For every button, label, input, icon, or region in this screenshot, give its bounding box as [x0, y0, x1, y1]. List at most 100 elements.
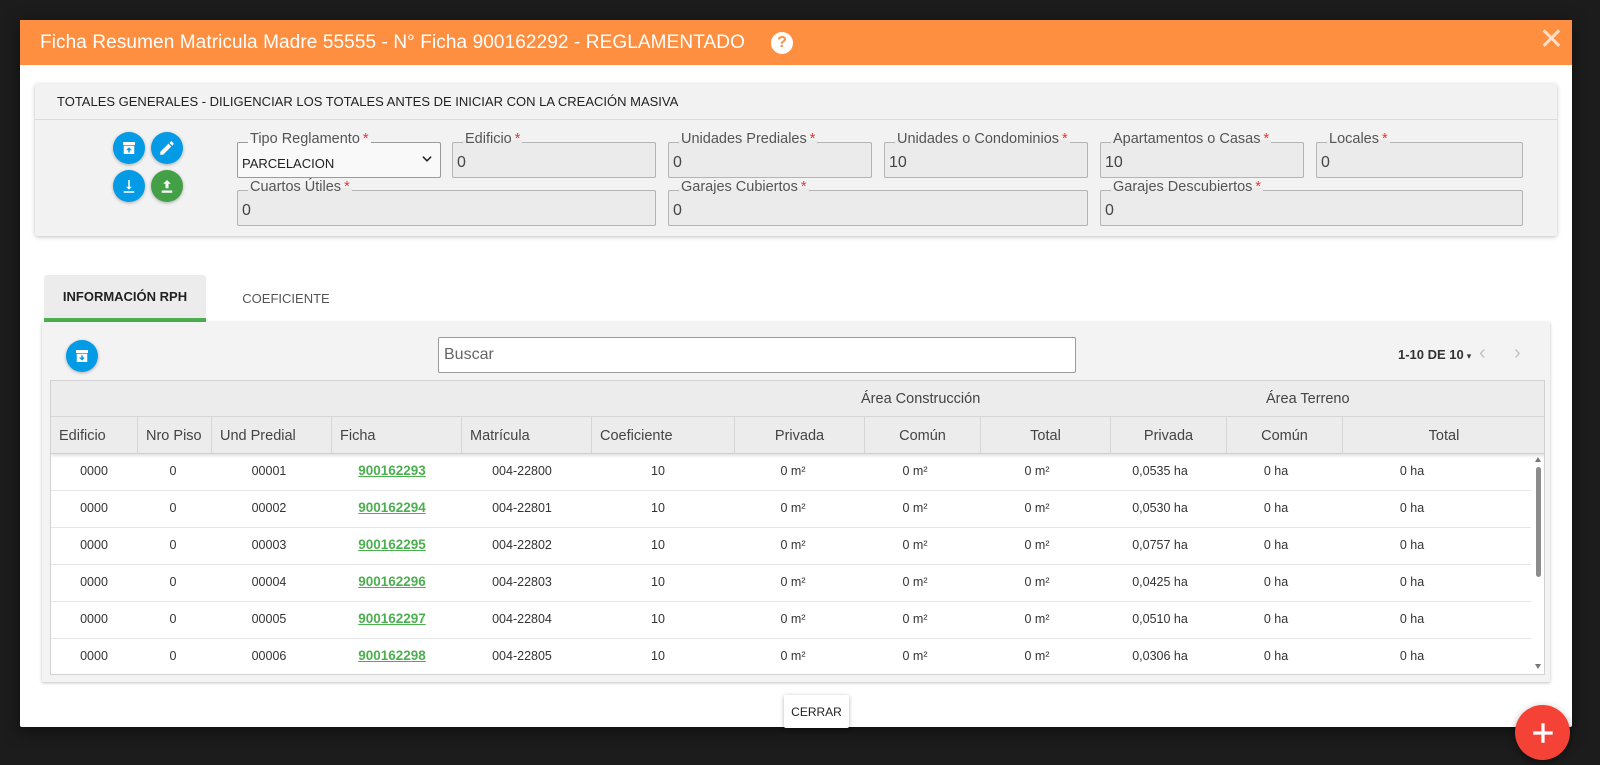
cell-privada-construccion: 0 m² [780, 575, 806, 589]
upload-button[interactable] [151, 170, 183, 202]
prev-page-icon[interactable]: ‹ [1479, 342, 1486, 365]
rph-grid: Área Construcción Área Terreno Edificio N… [50, 380, 1545, 675]
locales-value: 0 [1321, 154, 1330, 171]
cell-comun-construccion: 0 m² [902, 501, 928, 515]
close-icon[interactable]: ✕ [1539, 25, 1564, 55]
cell-comun-terreno: 0 ha [1263, 575, 1289, 589]
cell-privada-terreno: 0,0757 ha [1132, 538, 1188, 552]
tipo-reglamento-value: PARCELACION [242, 156, 335, 171]
cell-matricula: 004-22805 [492, 649, 552, 663]
column-header-matricula[interactable]: Matrícula [462, 417, 592, 454]
edificio-field[interactable]: Edificio * 0 [452, 131, 656, 178]
locales-field[interactable]: Locales * 0 [1316, 131, 1523, 178]
chevron-down-icon [422, 156, 432, 162]
cell-coeficiente: 10 [651, 538, 665, 552]
cuartos-utiles-field[interactable]: Cuartos Útiles * 0 [237, 179, 656, 226]
ficha-link[interactable]: 900162297 [332, 611, 452, 626]
tab-informacion-rph[interactable]: INFORMACIÓN RPH [44, 275, 206, 322]
ficha-link[interactable]: 900162295 [332, 537, 452, 552]
ficha-link[interactable]: 900162296 [332, 574, 452, 589]
cell-coeficiente: 10 [651, 575, 665, 589]
cell-coeficiente: 10 [651, 612, 665, 626]
plus-icon [1532, 722, 1553, 743]
column-header-privada-terreno[interactable]: Privada [1111, 417, 1227, 454]
help-icon[interactable]: ? [770, 31, 793, 54]
pagination-dropdown[interactable]: 1-10 DE 10 ▾ [1398, 347, 1471, 362]
unidades-prediales-field[interactable]: Unidades Prediales * 0 [668, 131, 872, 178]
cell-privada-construccion: 0 m² [780, 464, 806, 478]
cell-comun-terreno: 0 ha [1263, 649, 1289, 663]
group-area-construccion: Área Construcción [861, 391, 981, 407]
unidades-prediales-label: Unidades Prediales [681, 131, 807, 147]
required-mark: * [1381, 131, 1388, 147]
cell-privada-terreno: 0,0306 ha [1132, 649, 1188, 663]
column-header-total-terreno[interactable]: Total [1343, 417, 1544, 454]
required-mark: * [1062, 131, 1068, 147]
required-mark: * [362, 131, 369, 147]
column-header-und-predial[interactable]: Und Predial [212, 417, 332, 454]
column-header-ficha[interactable]: Ficha [332, 417, 462, 454]
cell-total-construccion: 0 m² [1024, 538, 1050, 552]
column-header-total-construccion[interactable]: Total [981, 417, 1111, 454]
cell-privada-construccion: 0 m² [780, 649, 806, 663]
table-row[interactable]: 0000 0 00005 900162297 004-22804 10 0 m² 0 m² 0 … [51, 602, 1531, 639]
apartamentos-casas-field[interactable]: Apartamentos o Casas * 10 [1100, 131, 1304, 178]
edit-button[interactable] [151, 132, 183, 164]
table-row[interactable]: 0000 0 00002 900162294 004-22801 10 0 m² 0 m² 0 … [51, 491, 1531, 528]
ficha-link[interactable]: 900162294 [332, 500, 452, 515]
garajes-cubiertos-field[interactable]: Garajes Cubiertos * 0 [668, 179, 1088, 226]
garajes-descubiertos-value: 0 [1105, 202, 1114, 219]
tab-coeficiente[interactable]: COEFICIENTE [206, 275, 366, 322]
required-mark: * [1255, 179, 1262, 195]
add-fab-button[interactable] [1515, 705, 1570, 760]
unidades-condominios-field[interactable]: Unidades o Condominios * 10 [884, 131, 1088, 178]
garajes-descubiertos-field[interactable]: Garajes Descubiertos * 0 [1100, 179, 1523, 226]
cell-total-construccion: 0 m² [1024, 575, 1050, 589]
ficha-link[interactable]: 900162293 [332, 463, 452, 478]
required-mark: * [800, 179, 807, 195]
table-row[interactable]: 0000 0 00004 900162296 004-22803 10 0 m² 0 m² 0 … [51, 565, 1531, 602]
cell-coeficiente: 10 [651, 649, 665, 663]
column-header-nro-piso[interactable]: Nro Piso [138, 417, 212, 454]
archive-button[interactable] [113, 132, 145, 164]
cell-comun-construccion: 0 m² [902, 612, 928, 626]
table-row[interactable]: 0000 0 00001 900162293 004-22800 10 0 m² 0 m² 0 … [51, 454, 1531, 491]
summary-modal: Ficha Resumen Matricula Madre 55555 - N°… [20, 20, 1572, 728]
cell-privada-construccion: 0 m² [780, 612, 806, 626]
cell-privada-terreno: 0,0510 ha [1132, 612, 1188, 626]
cuartos-utiles-value: 0 [242, 202, 251, 219]
garajes-descubiertos-label: Garajes Descubiertos [1113, 179, 1253, 195]
garajes-cubiertos-value: 0 [673, 202, 682, 219]
cell-und-predial: 00001 [251, 464, 287, 478]
scroll-up-icon[interactable] [1535, 457, 1541, 462]
required-mark: * [344, 179, 350, 195]
unidades-prediales-value: 0 [673, 154, 682, 171]
column-header-edificio[interactable]: Edificio [51, 417, 138, 454]
apartamentos-casas-label: Apartamentos o Casas [1113, 131, 1261, 147]
table-row[interactable]: 0000 0 00003 900162295 004-22802 10 0 m² 0 m² 0 … [51, 528, 1531, 565]
scroll-thumb[interactable] [1536, 467, 1541, 577]
column-header-comun-terreno[interactable]: Común [1227, 417, 1343, 454]
tab-bar: INFORMACIÓN RPH COEFICIENTE [44, 275, 366, 322]
archive-download-button[interactable] [66, 340, 98, 372]
column-header-privada-construccion[interactable]: Privada [735, 417, 865, 454]
required-mark: * [1263, 131, 1270, 147]
cerrar-button[interactable]: CERRAR [784, 695, 849, 728]
cell-matricula: 004-22803 [492, 575, 552, 589]
table-body: 0000 0 00001 900162293 004-22800 10 0 m² 0 m² 0 … [51, 454, 1531, 674]
cell-comun-terreno: 0 ha [1263, 464, 1289, 478]
vertical-scrollbar[interactable] [1535, 457, 1542, 669]
scroll-down-icon[interactable] [1535, 664, 1541, 669]
table-row[interactable]: 0000 0 00006 900162298 004-22805 10 0 m² 0 m² 0 … [51, 639, 1531, 674]
ficha-link[interactable]: 900162298 [332, 648, 452, 663]
cell-total-terreno: 0 ha [1399, 464, 1425, 478]
next-page-icon[interactable]: › [1514, 342, 1521, 365]
download-button[interactable] [113, 170, 145, 202]
column-header-coeficiente[interactable]: Coeficiente [592, 417, 735, 454]
cell-total-construccion: 0 m² [1024, 501, 1050, 515]
column-header-comun-construccion[interactable]: Común [865, 417, 981, 454]
search-input[interactable] [438, 337, 1076, 373]
modal-title: Ficha Resumen Matricula Madre 55555 - N°… [40, 31, 745, 53]
caret-down-icon: ▾ [1466, 351, 1472, 361]
tipo-reglamento-select[interactable]: Tipo Reglamento * PARCELACION [237, 131, 441, 178]
